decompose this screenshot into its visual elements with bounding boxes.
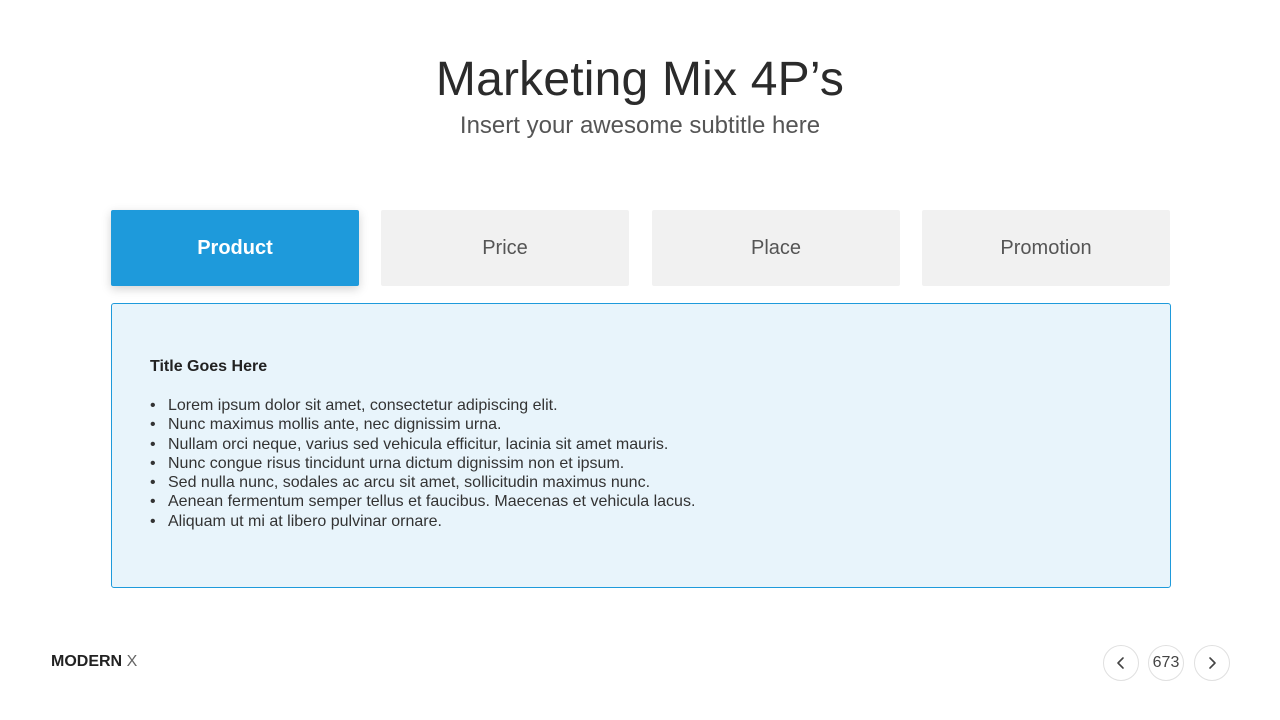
previous-button[interactable]: [1103, 645, 1139, 681]
list-item: Aliquam ut mi at libero pulvinar ornare.: [150, 512, 695, 532]
chevron-right-icon: [1209, 657, 1216, 669]
brand-suffix: X: [126, 653, 138, 670]
tab-content-panel: Title Goes Here Lorem ipsum dolor sit am…: [111, 303, 1171, 588]
tab-place[interactable]: Place: [652, 210, 900, 286]
brand-logo: MODERN X: [51, 653, 137, 671]
page-number: 673: [1148, 645, 1184, 681]
list-item: Nullam orci neque, varius sed vehicula e…: [150, 435, 695, 455]
slide-subtitle: Insert your awesome subtitle here: [459, 112, 821, 139]
tab-promotion[interactable]: Promotion: [922, 210, 1170, 286]
brand-name: MODERN: [51, 653, 123, 670]
bullet-list: Lorem ipsum dolor sit amet, consectetur …: [150, 396, 695, 531]
tab-price[interactable]: Price: [381, 210, 629, 286]
slide-title: Marketing Mix 4P’s: [435, 53, 845, 106]
tab-product[interactable]: Product: [111, 210, 359, 286]
list-item: Sed nulla nunc, sodales ac arcu sit amet…: [150, 473, 695, 493]
list-item: Nunc maximus mollis ante, nec dignissim …: [150, 415, 695, 435]
next-button[interactable]: [1194, 645, 1230, 681]
chevron-left-icon: [1117, 657, 1124, 669]
panel-title: Title Goes Here: [150, 358, 268, 375]
list-item: Nunc congue risus tincidunt urna dictum …: [150, 454, 695, 474]
list-item: Aenean fermentum semper tellus et faucib…: [150, 492, 695, 512]
list-item: Lorem ipsum dolor sit amet, consectetur …: [150, 396, 695, 416]
tab-bar: Product Price Place Promotion: [111, 210, 1170, 286]
